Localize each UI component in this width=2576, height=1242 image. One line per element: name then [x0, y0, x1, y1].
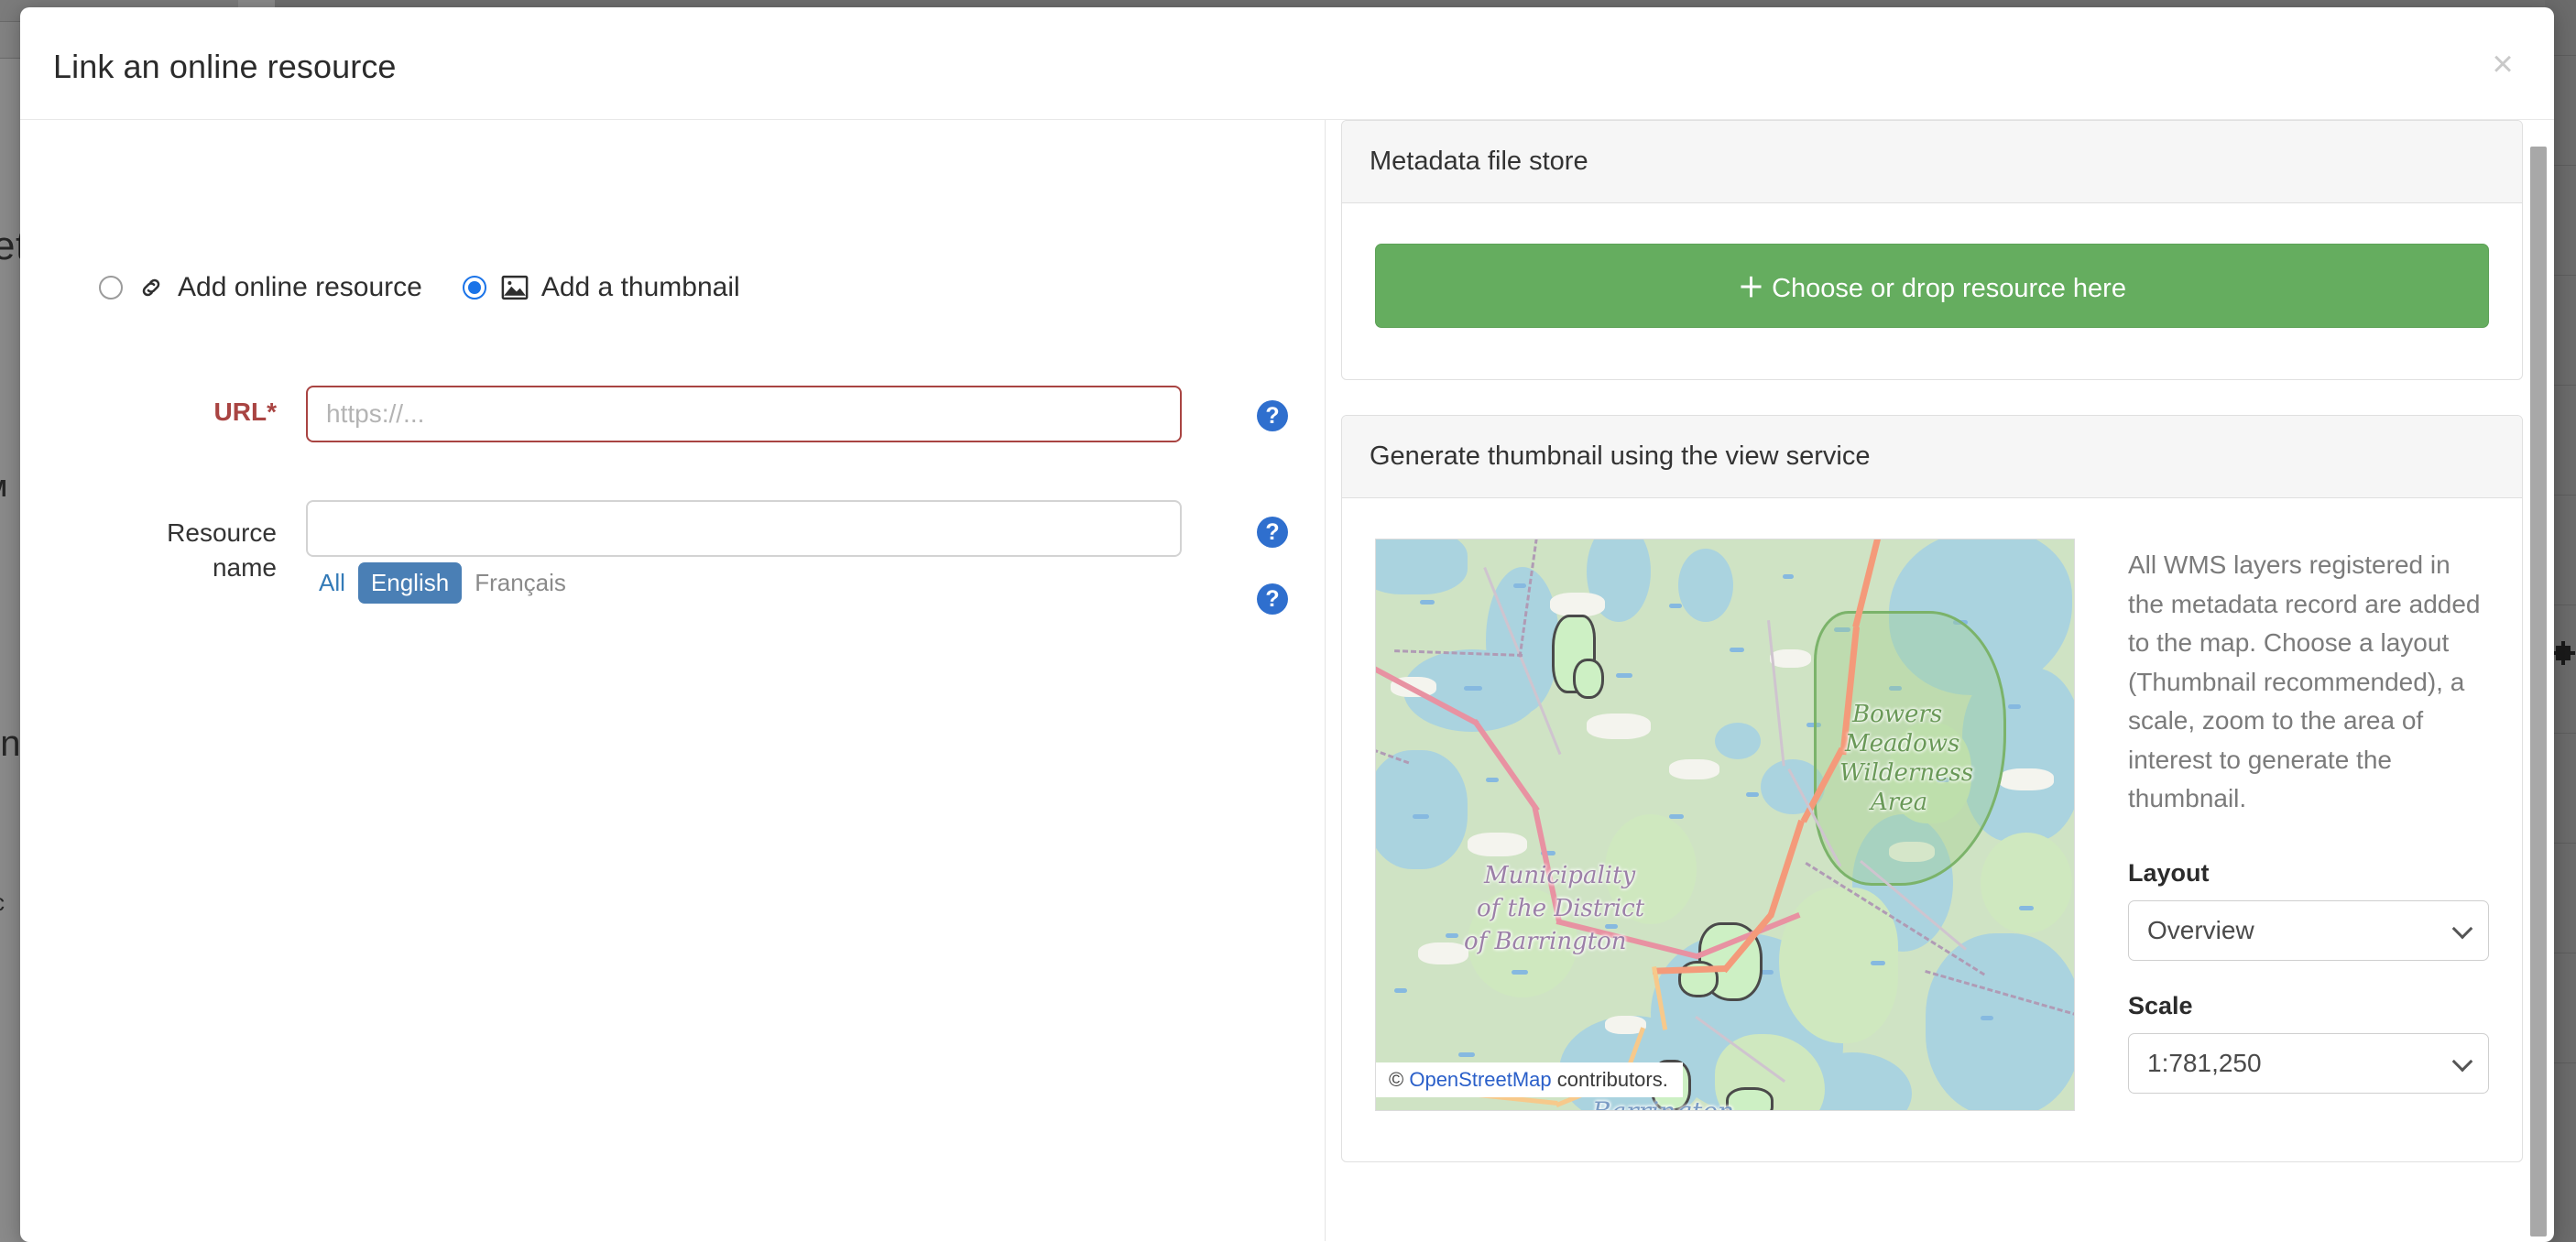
url-help-icon[interactable]: ?	[1257, 400, 1288, 431]
map-preview[interactable]: Bowers Meadows Wilderness Area Municipal…	[1375, 539, 2075, 1111]
resource-name-label: Resource name	[48, 516, 277, 585]
map-label-barrington-bay-line1: Barrington	[1592, 1096, 1734, 1110]
chevron-down-icon	[2451, 918, 2473, 940]
choose-or-drop-resource-label: Choose or drop resource here	[1772, 274, 2126, 303]
thumbnail-options: All WMS layers registered in the metadat…	[2128, 539, 2489, 1125]
map-attribution-copyright: ©	[1389, 1068, 1404, 1091]
language-tab-all[interactable]: All	[306, 562, 358, 604]
language-help-icon[interactable]: ?	[1257, 583, 1288, 615]
layout-label: Layout	[2128, 858, 2210, 887]
language-tab-english[interactable]: English	[357, 562, 463, 604]
generate-thumbnail-title: Generate thumbnail using the view servic…	[1342, 416, 2522, 498]
metadata-file-store-body: ＋ Choose or drop resource here	[1342, 203, 2522, 379]
resource-name-label-line2: name	[212, 553, 277, 582]
thumbnail-description: All WMS layers registered in the metadat…	[2128, 550, 2481, 813]
map-labels: Bowers Meadows Wilderness Area Municipal…	[1376, 539, 2074, 1110]
map-attribution-suffix: contributors.	[1556, 1068, 1668, 1091]
language-tab-francais[interactable]: Français	[462, 562, 579, 604]
dialog-title: Link an online resource	[53, 48, 397, 85]
link-online-resource-dialog: Link an online resource × Add online res…	[20, 7, 2554, 1242]
generate-thumbnail-panel: Generate thumbnail using the view servic…	[1341, 415, 2523, 1162]
background-text-fragment-4: c	[0, 888, 5, 917]
map-attribution: © OpenStreetMap contributors.	[1376, 1062, 1683, 1097]
dialog-scrollbar-thumb[interactable]	[2530, 147, 2547, 1237]
url-input[interactable]	[306, 386, 1182, 442]
radio-thumbnail[interactable]	[462, 276, 486, 300]
dialog-body: Add online resource Add a thumbnail URL*…	[20, 120, 2554, 1241]
scale-select[interactable]: 1:781,250	[2128, 1032, 2489, 1094]
choose-or-drop-resource-button[interactable]: ＋ Choose or drop resource here	[1375, 244, 2489, 328]
column-divider	[1325, 120, 1326, 1241]
map-label-meadows: Meadows	[1845, 730, 1960, 757]
resource-name-label-line1: Resource	[167, 518, 277, 547]
radio-online-resource[interactable]	[99, 276, 123, 300]
chevron-down-icon	[2451, 1051, 2473, 1073]
layout-field: Layout Overview	[2128, 859, 2489, 961]
openstreetmap-link[interactable]: OpenStreetMap	[1409, 1068, 1551, 1091]
link-icon	[137, 274, 165, 301]
mode-option-online-resource[interactable]: Add online resource	[99, 272, 422, 303]
background-text-fragment-2: M	[0, 474, 7, 503]
map-label-bowers: Bowers	[1852, 701, 1943, 728]
resource-form-column: Add online resource Add a thumbnail URL*…	[20, 120, 1325, 1241]
scale-label: Scale	[2128, 991, 2193, 1019]
map-label-area: Area	[1871, 789, 1928, 816]
map-label-municipality: Municipality	[1484, 862, 1636, 889]
mode-option-thumbnail[interactable]: Add a thumbnail	[462, 272, 740, 303]
map-label-wilderness: Wilderness	[1839, 759, 1974, 787]
resource-name-input[interactable]	[306, 500, 1182, 557]
resource-name-help-icon[interactable]: ?	[1257, 517, 1288, 548]
map-label-barrington: of Barrington	[1464, 928, 1627, 955]
scale-select-value: 1:781,250	[2147, 1048, 2262, 1077]
plus-icon: ＋	[1738, 274, 1765, 303]
scale-field: Scale 1:781,250	[2128, 992, 2489, 1094]
dialog-scrollbar-track[interactable]	[2530, 121, 2547, 1242]
right-panels-column: Metadata file store ＋ Choose or drop reso…	[1341, 120, 2523, 1197]
background-resize-handle-icon	[2551, 641, 2575, 665]
layout-select-value: Overview	[2147, 915, 2254, 944]
generate-thumbnail-body: Bowers Meadows Wilderness Area Municipal…	[1342, 498, 2522, 1161]
dialog-header: Link an online resource ×	[20, 7, 2554, 120]
url-required-mark: *	[267, 398, 277, 426]
layout-select[interactable]: Overview	[2128, 899, 2489, 961]
metadata-file-store-panel: Metadata file store ＋ Choose or drop reso…	[1341, 120, 2523, 380]
image-icon	[501, 274, 529, 301]
mode-radio-group: Add online resource Add a thumbnail	[99, 272, 740, 303]
language-tab-group: All English Français	[306, 562, 579, 604]
map-label-district: of the District	[1477, 895, 1645, 922]
url-label-text: URL	[213, 398, 267, 426]
background-text-fragment-3: on	[0, 724, 21, 764]
mode-option-thumbnail-label: Add a thumbnail	[540, 272, 740, 302]
close-icon[interactable]: ×	[2479, 40, 2527, 88]
metadata-file-store-title: Metadata file store	[1342, 121, 2522, 203]
url-label: URL*	[48, 395, 277, 430]
mode-option-online-resource-label: Add online resource	[178, 272, 422, 302]
